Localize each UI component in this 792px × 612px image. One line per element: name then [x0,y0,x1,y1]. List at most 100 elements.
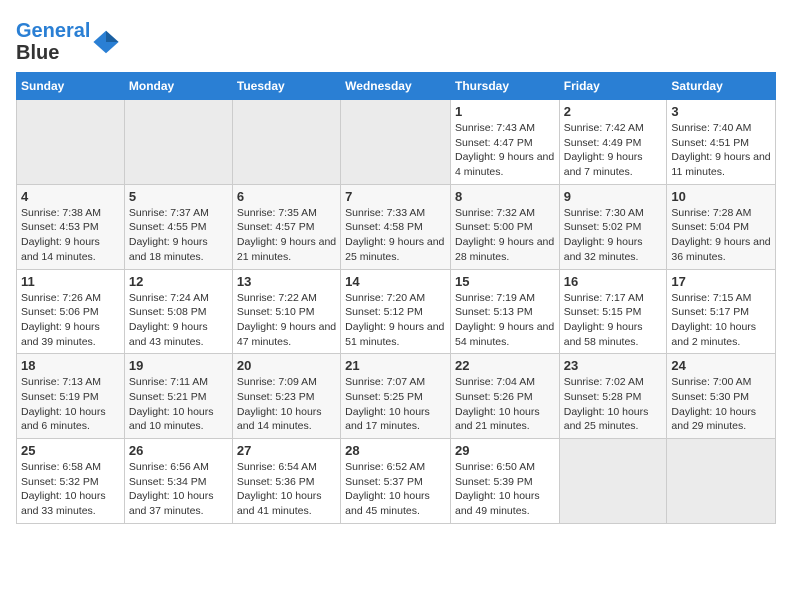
day-number: 25 [21,443,120,458]
day-number: 27 [237,443,336,458]
calendar-cell: 9 Sunrise: 7:30 AMSunset: 5:02 PMDaylight… [559,184,667,269]
day-info: Sunrise: 7:22 AMSunset: 5:10 PMDaylight:… [237,291,336,350]
day-number: 20 [237,358,336,373]
day-number: 3 [671,104,771,119]
day-info: Sunrise: 7:20 AMSunset: 5:12 PMDaylight:… [345,291,446,350]
calendar-cell: 27 Sunrise: 6:54 AMSunset: 5:36 PMDayligh… [232,439,340,524]
calendar-cell: 1 Sunrise: 7:43 AMSunset: 4:47 PMDaylight… [450,100,559,185]
day-number: 4 [21,189,120,204]
weekday-header: Thursday [450,73,559,100]
calendar-cell: 23Sunrise: 7:02 AMSunset: 5:28 PMDayligh… [559,354,667,439]
weekday-header: Sunday [17,73,125,100]
day-number: 13 [237,274,336,289]
day-info: Sunrise: 7:04 AMSunset: 5:26 PMDaylight:… [455,375,555,434]
calendar-cell [17,100,125,185]
day-number: 10 [671,189,771,204]
calendar-cell: 19 Sunrise: 7:11 AMSunset: 5:21 PMDayligh… [124,354,232,439]
day-info: Sunrise: 7:17 AMSunset: 5:15 PMDaylight:… [564,291,663,350]
day-number: 29 [455,443,555,458]
day-info: Sunrise: 6:52 AMSunset: 5:37 PMDaylight:… [345,460,446,519]
day-info: Sunrise: 7:32 AMSunset: 5:00 PMDaylight:… [455,206,555,265]
calendar-cell: 25 Sunrise: 6:58 AMSunset: 5:32 PMDayligh… [17,439,125,524]
day-number: 18 [21,358,120,373]
calendar-cell: 22 Sunrise: 7:04 AMSunset: 5:26 PMDayligh… [450,354,559,439]
day-number: 9 [564,189,663,204]
calendar-cell: 18 Sunrise: 7:13 AMSunset: 5:19 PMDayligh… [17,354,125,439]
weekday-header: Tuesday [232,73,340,100]
calendar-cell: 2 Sunrise: 7:42 AMSunset: 4:49 PMDaylight… [559,100,667,185]
calendar-cell: 29 Sunrise: 6:50 AMSunset: 5:39 PMDayligh… [450,439,559,524]
day-info: Sunrise: 7:30 AMSunset: 5:02 PMDaylight:… [564,206,663,265]
day-number: 26 [129,443,228,458]
day-info: Sunrise: 6:50 AMSunset: 5:39 PMDaylight:… [455,460,555,519]
day-number: 7 [345,189,446,204]
logo: GeneralBlue [16,20,120,64]
day-number: 5 [129,189,228,204]
calendar-week-row: 1 Sunrise: 7:43 AMSunset: 4:47 PMDaylight… [17,100,776,185]
day-info: Sunrise: 6:56 AMSunset: 5:34 PMDaylight:… [129,460,228,519]
calendar-cell: 14 Sunrise: 7:20 AMSunset: 5:12 PMDayligh… [341,269,451,354]
calendar-cell: 7Sunrise: 7:33 AMSunset: 4:58 PMDaylight… [341,184,451,269]
calendar-cell: 17 Sunrise: 7:15 AMSunset: 5:17 PMDayligh… [667,269,776,354]
day-info: Sunrise: 7:11 AMSunset: 5:21 PMDaylight:… [129,375,228,434]
day-info: Sunrise: 7:15 AMSunset: 5:17 PMDaylight:… [671,291,771,350]
day-number: 17 [671,274,771,289]
day-number: 1 [455,104,555,119]
day-info: Sunrise: 7:43 AMSunset: 4:47 PMDaylight:… [455,121,555,180]
day-info: Sunrise: 6:58 AMSunset: 5:32 PMDaylight:… [21,460,120,519]
calendar-cell: 20 Sunrise: 7:09 AMSunset: 5:23 PMDayligh… [232,354,340,439]
day-number: 2 [564,104,663,119]
calendar-cell: 10 Sunrise: 7:28 AMSunset: 5:04 PMDayligh… [667,184,776,269]
calendar-cell [341,100,451,185]
day-number: 8 [455,189,555,204]
logo-text: GeneralBlue [16,20,90,64]
day-number: 11 [21,274,120,289]
calendar-cell: 4 Sunrise: 7:38 AMSunset: 4:53 PMDaylight… [17,184,125,269]
calendar-cell [232,100,340,185]
calendar-header-row: SundayMondayTuesdayWednesdayThursdayFrid… [17,73,776,100]
day-info: Sunrise: 6:54 AMSunset: 5:36 PMDaylight:… [237,460,336,519]
calendar-cell: 8 Sunrise: 7:32 AMSunset: 5:00 PMDaylight… [450,184,559,269]
day-info: Sunrise: 7:28 AMSunset: 5:04 PMDaylight:… [671,206,771,265]
weekday-header: Friday [559,73,667,100]
calendar-cell: 16 Sunrise: 7:17 AMSunset: 5:15 PMDayligh… [559,269,667,354]
day-number: 19 [129,358,228,373]
calendar-cell [559,439,667,524]
calendar-cell: 12Sunrise: 7:24 AMSunset: 5:08 PMDayligh… [124,269,232,354]
day-number: 6 [237,189,336,204]
day-info: Sunrise: 7:00 AMSunset: 5:30 PMDaylight:… [671,375,771,434]
day-number: 22 [455,358,555,373]
weekday-header: Saturday [667,73,776,100]
calendar-week-row: 18 Sunrise: 7:13 AMSunset: 5:19 PMDayligh… [17,354,776,439]
day-info: Sunrise: 7:40 AMSunset: 4:51 PMDaylight:… [671,121,771,180]
calendar-cell: 3 Sunrise: 7:40 AMSunset: 4:51 PMDaylight… [667,100,776,185]
day-info: Sunrise: 7:13 AMSunset: 5:19 PMDaylight:… [21,375,120,434]
calendar-cell: 28Sunrise: 6:52 AMSunset: 5:37 PMDayligh… [341,439,451,524]
weekday-header: Wednesday [341,73,451,100]
page-header: GeneralBlue [16,16,776,64]
day-info: Sunrise: 7:42 AMSunset: 4:49 PMDaylight:… [564,121,663,180]
calendar-cell: 26 Sunrise: 6:56 AMSunset: 5:34 PMDayligh… [124,439,232,524]
day-number: 15 [455,274,555,289]
calendar-week-row: 25 Sunrise: 6:58 AMSunset: 5:32 PMDayligh… [17,439,776,524]
day-number: 23 [564,358,663,373]
weekday-header: Monday [124,73,232,100]
calendar-cell: 6 Sunrise: 7:35 AMSunset: 4:57 PMDaylight… [232,184,340,269]
calendar-cell: 15 Sunrise: 7:19 AMSunset: 5:13 PMDayligh… [450,269,559,354]
calendar-cell [667,439,776,524]
calendar-week-row: 4 Sunrise: 7:38 AMSunset: 4:53 PMDaylight… [17,184,776,269]
day-info: Sunrise: 7:19 AMSunset: 5:13 PMDaylight:… [455,291,555,350]
day-number: 24 [671,358,771,373]
day-number: 16 [564,274,663,289]
calendar-cell: 13 Sunrise: 7:22 AMSunset: 5:10 PMDayligh… [232,269,340,354]
day-info: Sunrise: 7:26 AMSunset: 5:06 PMDaylight:… [21,291,120,350]
day-info: Sunrise: 7:09 AMSunset: 5:23 PMDaylight:… [237,375,336,434]
calendar-week-row: 11 Sunrise: 7:26 AMSunset: 5:06 PMDayligh… [17,269,776,354]
day-number: 14 [345,274,446,289]
day-info: Sunrise: 7:35 AMSunset: 4:57 PMDaylight:… [237,206,336,265]
calendar-cell: 21 Sunrise: 7:07 AMSunset: 5:25 PMDayligh… [341,354,451,439]
day-info: Sunrise: 7:38 AMSunset: 4:53 PMDaylight:… [21,206,120,265]
day-number: 21 [345,358,446,373]
day-info: Sunrise: 7:07 AMSunset: 5:25 PMDaylight:… [345,375,446,434]
day-info: Sunrise: 7:37 AMSunset: 4:55 PMDaylight:… [129,206,228,265]
